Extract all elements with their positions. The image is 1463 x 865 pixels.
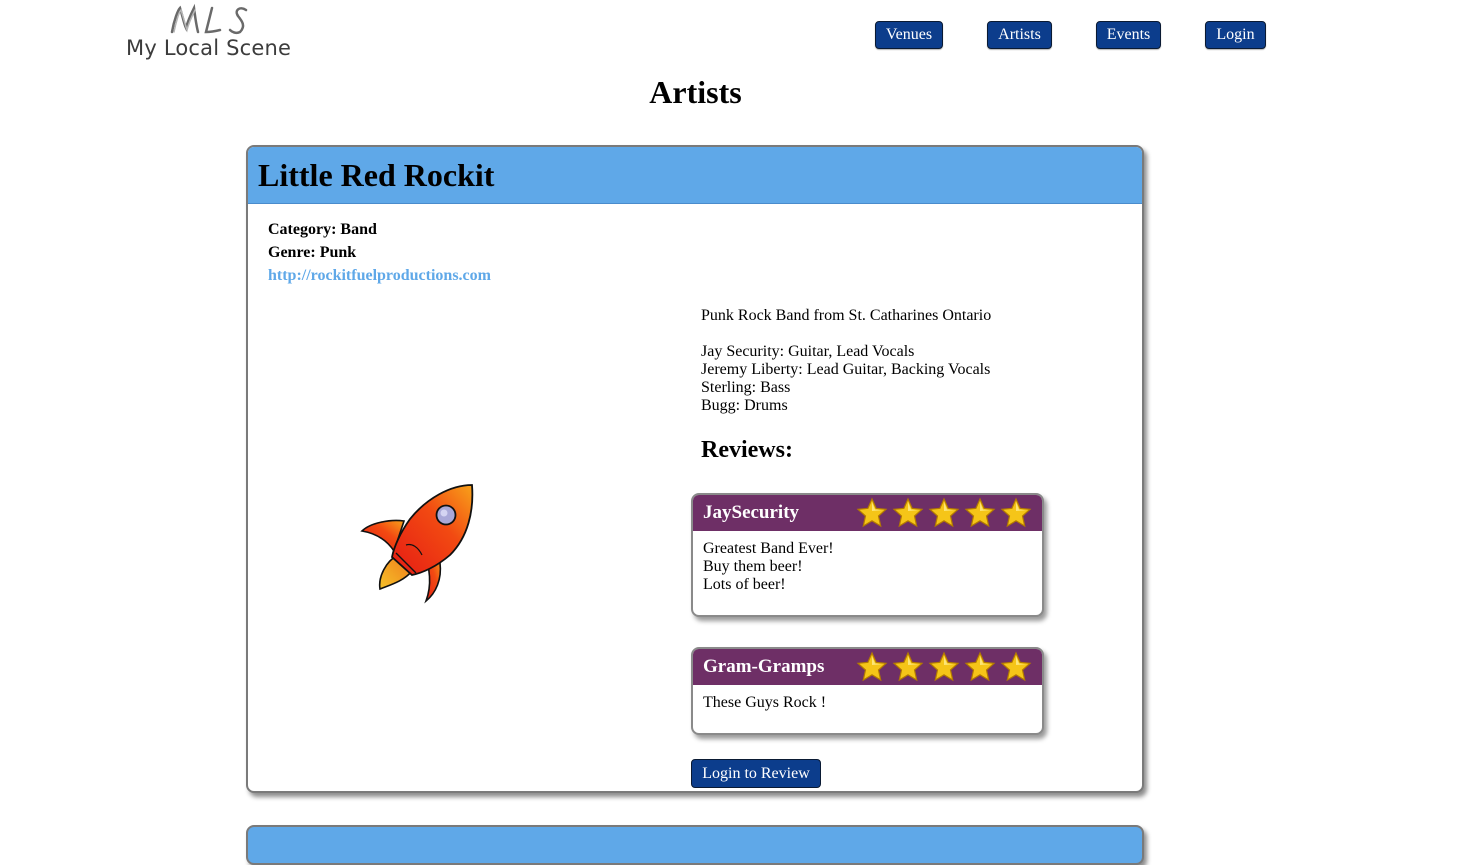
nav-venues-button[interactable]: Venues [875, 21, 943, 49]
star-icon [1000, 651, 1032, 682]
artist-website-link[interactable]: http://rockitfuelproductions.com [268, 267, 491, 284]
review-card: Gram-Gramps These Guys Rock ! [691, 647, 1044, 735]
star-icon [856, 651, 888, 682]
star-icon [964, 651, 996, 682]
login-to-review-button[interactable]: Login to Review [691, 759, 821, 788]
review-header: Gram-Gramps [693, 649, 1042, 685]
artist-bio: Punk Rock Band from St. Catharines Ontar… [701, 307, 992, 414]
artist-category: Category: Band [268, 221, 377, 238]
reviews-heading: Reviews: [701, 437, 793, 463]
star-icon [892, 497, 924, 528]
review-text: These Guys Rock ! [703, 694, 827, 711]
nav-events-button[interactable]: Events [1096, 21, 1161, 49]
artist-name: Little Red Rockit [258, 157, 495, 193]
star-icon [964, 497, 996, 528]
artist-meta: Category: Band Genre: Punk http://rockit… [268, 218, 491, 287]
star-icon [928, 651, 960, 682]
mls-logo-mark [170, 3, 248, 35]
review-author: Gram-Gramps [703, 656, 825, 677]
artist-genre: Genre: Punk [268, 244, 357, 261]
review-card: JaySecurity Greatest Band Ever! Buy them… [691, 493, 1044, 617]
star-icon [928, 497, 960, 528]
artist-card-header: Little Red Rockit [248, 147, 1142, 204]
star-icon [892, 651, 924, 682]
star-icon [856, 497, 888, 528]
star-rating [856, 651, 1032, 683]
star-icon [1000, 497, 1032, 528]
site-logo[interactable]: My Local Scene [126, 2, 296, 66]
star-rating [856, 497, 1032, 529]
nav-artists-button[interactable]: Artists [987, 21, 1052, 49]
review-author: JaySecurity [703, 502, 800, 523]
next-artist-card [246, 825, 1144, 865]
logo-text: My Local Scene [126, 36, 292, 60]
artist-card: Little Red Rockit Category: Band Genre: … [246, 145, 1144, 793]
page-title: Artists [649, 74, 742, 110]
rocket-icon [360, 484, 474, 604]
nav-login-button[interactable]: Login [1205, 21, 1266, 49]
review-header: JaySecurity [693, 495, 1042, 531]
review-text: Greatest Band Ever! Buy them beer! Lots … [703, 540, 834, 593]
